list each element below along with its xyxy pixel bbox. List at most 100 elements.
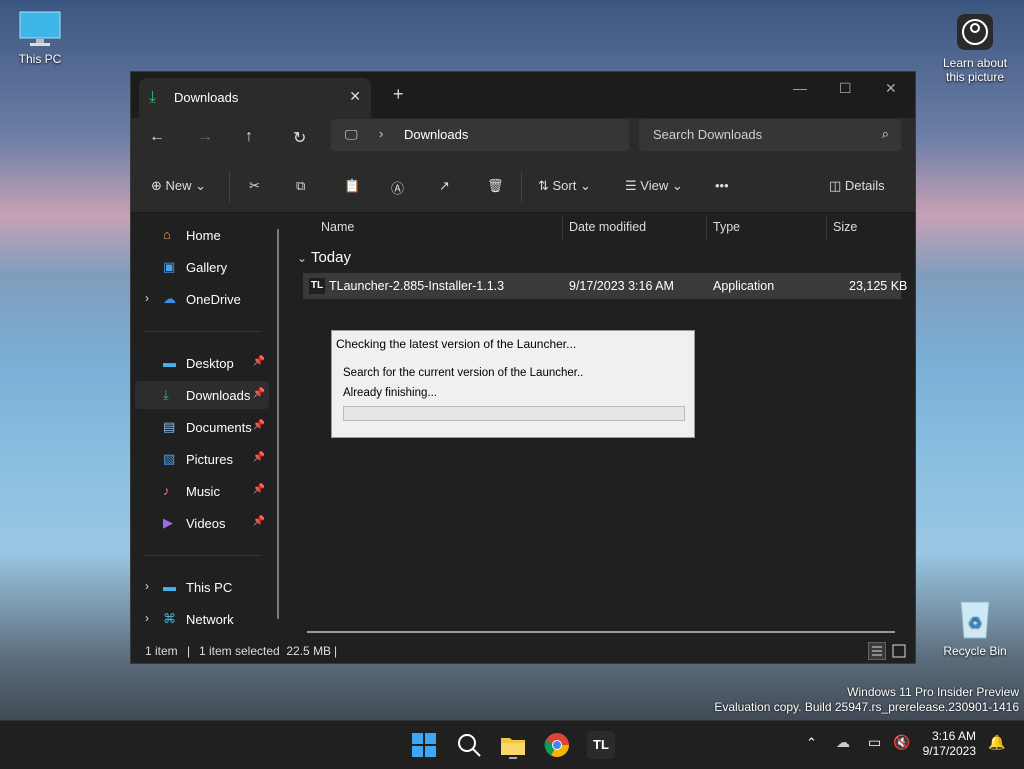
details-view-icon[interactable] <box>868 642 886 660</box>
share-icon[interactable]: ↗ <box>439 178 450 194</box>
sidebar-item-label: Videos <box>186 516 226 531</box>
column-divider[interactable] <box>706 217 707 239</box>
sidebar-item-label: Music <box>186 484 220 499</box>
download-icon: ⤓ <box>149 89 157 106</box>
command-bar: ⊕ New ⌄ ✂ ⧉ 📋 Ⓐ ↗ 🗑 ⇅ Sort ⌄ ☰ View ⌄ ••… <box>131 162 915 213</box>
copy-icon[interactable]: ⧉ <box>296 178 305 194</box>
refresh-icon[interactable]: ↻ <box>293 128 306 148</box>
sidebar-item-onedrive[interactable]: › ☁ OneDrive <box>135 285 269 313</box>
chevron-right-icon[interactable]: › <box>145 291 149 305</box>
column-header-date[interactable]: Date modified <box>569 220 646 234</box>
file-explorer-icon[interactable] <box>499 731 527 759</box>
chevron-right-icon[interactable]: › <box>145 611 149 625</box>
clock[interactable]: 3:16 AM 9/17/2023 <box>923 729 976 759</box>
maximize-icon[interactable]: ☐ <box>839 80 852 97</box>
search-input[interactable]: Search Downloads ⌕ <box>639 119 901 151</box>
column-divider[interactable] <box>826 217 827 239</box>
sidebar-item-label: OneDrive <box>186 292 241 307</box>
cut-icon[interactable]: ✂ <box>249 178 260 194</box>
back-icon[interactable]: ← <box>149 128 165 146</box>
view-label: View <box>640 178 669 193</box>
view-button[interactable]: ☰ View ⌄ <box>625 178 683 194</box>
chrome-icon[interactable] <box>543 731 571 759</box>
download-icon: ⤓ <box>163 387 169 402</box>
spotlight-icon <box>957 14 993 50</box>
delete-icon[interactable]: 🗑 <box>487 178 504 194</box>
volume-muted-icon[interactable]: 🔇 <box>893 734 910 751</box>
selection-info: 1 item selected 22.5 MB <box>199 644 332 658</box>
column-header-type[interactable]: Type <box>713 220 740 234</box>
new-tab-icon[interactable]: + <box>393 84 404 105</box>
column-divider[interactable] <box>562 217 563 239</box>
horizontal-scrollbar[interactable] <box>307 631 895 633</box>
toolbar-divider <box>521 172 522 202</box>
details-button[interactable]: ◫ Details <box>829 178 885 194</box>
close-window-icon[interactable]: ✕ <box>885 80 897 97</box>
column-header-size[interactable]: Size <box>833 220 857 234</box>
sort-button[interactable]: ⇅ Sort ⌄ <box>538 178 591 194</box>
chevron-up-icon[interactable]: ⌃ <box>806 735 817 751</box>
onedrive-icon[interactable]: ☁ <box>836 734 850 751</box>
column-header-name[interactable]: Name <box>321 220 354 234</box>
sidebar-item-pictures[interactable]: ▧ Pictures 📌 <box>135 445 269 473</box>
sidebar-divider <box>143 331 261 332</box>
recycle-bin-icon: ♻ <box>960 601 990 639</box>
cloud-icon: ☁ <box>163 291 176 306</box>
sidebar-item-label: Network <box>186 612 234 627</box>
table-row[interactable]: TL TLauncher-2.885-Installer-1.1.3 9/17/… <box>303 273 907 299</box>
group-header[interactable]: ⌄ Today <box>297 249 351 266</box>
sidebar-item-network[interactable]: › ⌘ Network <box>135 605 269 633</box>
close-tab-icon[interactable]: ✕ <box>349 88 361 105</box>
up-icon[interactable]: ↑ <box>245 128 253 146</box>
tlauncher-icon: TL <box>309 278 325 294</box>
watermark-line: Windows 11 Pro Insider Preview <box>847 685 1019 699</box>
chevron-down-icon: ⌄ <box>297 251 308 265</box>
sidebar-item-music[interactable]: ♪ Music 📌 <box>135 477 269 505</box>
start-icon[interactable] <box>410 731 438 759</box>
sidebar-item-desktop[interactable]: ▬ Desktop 📌 <box>135 349 269 377</box>
sidebar-item-home[interactable]: ⌂ Home <box>135 221 269 249</box>
gallery-icon: ▣ <box>163 259 176 274</box>
chevron-right-icon[interactable]: › <box>145 579 149 593</box>
pictures-icon: ▧ <box>163 451 176 466</box>
sidebar-item-label: Gallery <box>186 260 228 275</box>
sidebar-item-downloads[interactable]: ⤓ Downloads 📌 <box>135 381 269 409</box>
file-type: Application <box>713 279 775 293</box>
desktop-icon-learn-about-picture[interactable]: Learn about this picture <box>935 12 1015 84</box>
dialog-title: Checking the latest version of the Launc… <box>336 337 577 351</box>
file-size: 23,125 KB <box>849 279 908 293</box>
pin-icon: 📌 <box>252 356 265 367</box>
pin-icon: 📌 <box>252 452 265 463</box>
paste-icon[interactable]: 📋 <box>344 178 360 194</box>
sidebar-item-this-pc[interactable]: › ▬ This PC <box>135 573 269 601</box>
forward-icon[interactable]: → <box>197 128 213 146</box>
network-icon[interactable]: ▭ <box>868 734 881 751</box>
sidebar-item-videos[interactable]: ▶ Videos 📌 <box>135 509 269 537</box>
new-button[interactable]: ⊕ New ⌄ <box>151 178 206 194</box>
learn-label-1: Learn about <box>942 56 1008 70</box>
sidebar-item-gallery[interactable]: ▣ Gallery <box>135 253 269 281</box>
rename-icon[interactable]: Ⓐ <box>391 178 404 197</box>
desktop-icon-recycle-bin[interactable]: ♻ Recycle Bin <box>935 598 1015 658</box>
dialog-status-line: Search for the current version of the La… <box>343 367 584 379</box>
progress-bar <box>343 406 685 421</box>
more-options-button[interactable]: ••• <box>715 178 729 193</box>
minimize-icon[interactable]: — <box>793 80 807 96</box>
tlauncher-label: TL <box>593 737 609 752</box>
address-bar[interactable]: 🖵 › Downloads <box>331 119 629 151</box>
search-icon[interactable] <box>455 731 483 759</box>
toolbar-divider <box>229 172 230 202</box>
tiles-view-icon[interactable] <box>890 642 908 660</box>
tlauncher-taskbar-icon[interactable]: TL <box>587 731 615 759</box>
sidebar-item-label: Desktop <box>186 356 234 371</box>
tab-bar: ⤓ Downloads ✕ + — ☐ ✕ <box>131 72 915 118</box>
tab-downloads[interactable]: ⤓ Downloads ✕ <box>139 78 371 118</box>
svg-text:♻: ♻ <box>968 615 982 632</box>
network-icon: ⌘ <box>163 611 176 626</box>
sidebar-scrollbar[interactable] <box>277 229 279 619</box>
chevron-right-icon[interactable]: › <box>379 126 383 141</box>
desktop-icon-this-pc[interactable]: This PC <box>0 10 80 66</box>
launcher-dialog: Checking the latest version of the Launc… <box>331 330 695 438</box>
notification-bell-icon[interactable]: 🔔 <box>988 734 1005 751</box>
sidebar-item-documents[interactable]: ▤ Documents 📌 <box>135 413 269 441</box>
